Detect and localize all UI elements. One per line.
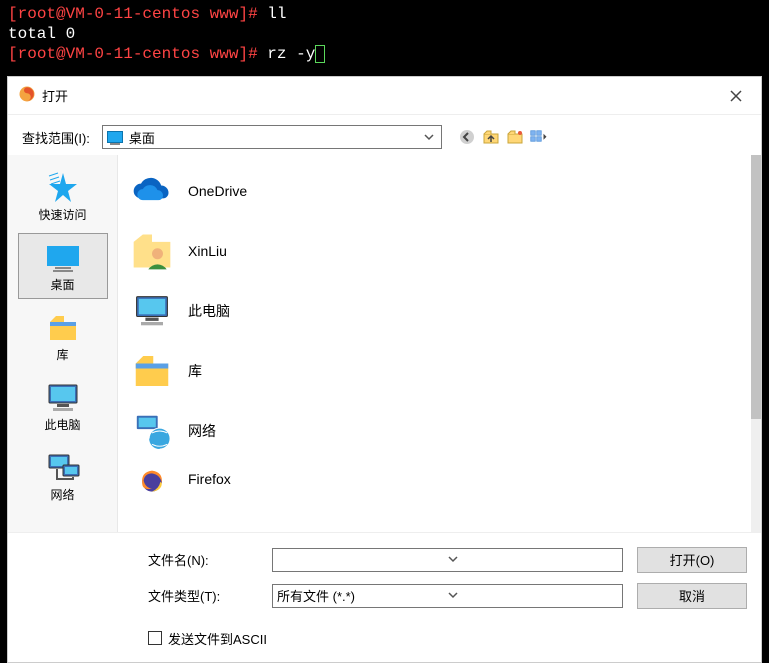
ascii-checkbox[interactable] bbox=[148, 631, 162, 645]
onedrive-icon bbox=[128, 167, 176, 215]
desktop-icon bbox=[107, 131, 123, 143]
file-area: OneDrive XinLiu 此电脑 库 网络 bbox=[118, 155, 761, 532]
file-label: 此电脑 bbox=[188, 301, 230, 321]
filename-input[interactable] bbox=[272, 548, 623, 572]
view-menu-icon[interactable] bbox=[530, 128, 548, 146]
open-button[interactable]: 打开(O) bbox=[637, 547, 747, 573]
lookin-value: 桌面 bbox=[129, 128, 421, 147]
filetype-select[interactable]: 所有文件 (*.*) bbox=[272, 584, 623, 608]
terminal: [root@VM-0-11-centos www]# ll total 0 [r… bbox=[0, 0, 769, 68]
place-label: 库 bbox=[56, 346, 68, 363]
list-item[interactable]: OneDrive bbox=[122, 161, 757, 221]
quick-access-icon bbox=[46, 170, 80, 206]
libraries-icon bbox=[128, 347, 176, 395]
dialog-title: 打开 bbox=[42, 86, 721, 105]
body: 快速访问 桌面 库 此电脑 网络 OneD bbox=[8, 155, 761, 532]
file-list[interactable]: OneDrive XinLiu 此电脑 库 网络 bbox=[118, 155, 761, 532]
list-item[interactable]: 网络 bbox=[122, 401, 757, 461]
place-pc[interactable]: 此电脑 bbox=[18, 373, 108, 439]
place-label: 桌面 bbox=[50, 276, 74, 293]
ascii-label: 发送文件到ASCII bbox=[168, 629, 267, 648]
back-icon[interactable] bbox=[458, 128, 476, 146]
lookin-toolbar bbox=[458, 128, 548, 146]
chevron-down-icon bbox=[448, 588, 619, 603]
place-network[interactable]: 网络 bbox=[18, 443, 108, 509]
up-folder-icon[interactable] bbox=[482, 128, 500, 146]
open-dialog: 打开 查找范围(I): 桌面 快速访问 桌面 bbox=[7, 76, 762, 663]
place-label: 网络 bbox=[50, 486, 74, 503]
ascii-row: 发送文件到ASCII bbox=[8, 623, 761, 663]
app-icon bbox=[18, 85, 36, 106]
desktop-icon bbox=[43, 240, 83, 276]
scrollbar[interactable] bbox=[751, 155, 761, 532]
bottom-area: 文件名(N): 打开(O) 文件类型(T): 所有文件 (*.*) 取消 bbox=[8, 532, 761, 623]
network-icon bbox=[43, 450, 83, 486]
place-label: 快速访问 bbox=[38, 206, 86, 223]
list-item[interactable]: 库 bbox=[122, 341, 757, 401]
filename-label: 文件名(N): bbox=[148, 550, 258, 569]
lookin-row: 查找范围(I): 桌面 bbox=[8, 115, 761, 155]
firefox-icon bbox=[128, 465, 176, 493]
file-label: 网络 bbox=[188, 421, 216, 441]
titlebar: 打开 bbox=[8, 77, 761, 115]
file-label: OneDrive bbox=[188, 183, 247, 199]
places-bar: 快速访问 桌面 库 此电脑 网络 bbox=[8, 155, 118, 532]
lookin-combo[interactable]: 桌面 bbox=[102, 125, 442, 149]
close-button[interactable] bbox=[721, 86, 751, 106]
network-globe-icon bbox=[128, 407, 176, 455]
place-quick[interactable]: 快速访问 bbox=[18, 163, 108, 229]
terminal-cursor bbox=[315, 45, 325, 63]
list-item[interactable]: XinLiu bbox=[122, 221, 757, 281]
chevron-down-icon bbox=[448, 552, 619, 567]
new-folder-icon[interactable] bbox=[506, 128, 524, 146]
list-item[interactable]: Firefox bbox=[122, 461, 757, 497]
list-item[interactable]: 此电脑 bbox=[122, 281, 757, 341]
filetype-value: 所有文件 (*.*) bbox=[277, 586, 448, 605]
file-label: XinLiu bbox=[188, 243, 227, 259]
place-desktop[interactable]: 桌面 bbox=[18, 233, 108, 299]
lookin-label: 查找范围(I): bbox=[22, 128, 90, 147]
user-folder-icon bbox=[128, 227, 176, 275]
file-label: Firefox bbox=[188, 471, 231, 487]
scrollbar-thumb[interactable] bbox=[751, 155, 761, 419]
place-label: 此电脑 bbox=[44, 416, 80, 433]
file-label: 库 bbox=[188, 361, 202, 381]
place-libs[interactable]: 库 bbox=[18, 303, 108, 369]
libraries-icon bbox=[46, 310, 80, 346]
filetype-label: 文件类型(T): bbox=[148, 586, 258, 605]
pc-icon bbox=[128, 287, 176, 335]
pc-icon bbox=[43, 380, 83, 416]
cancel-button[interactable]: 取消 bbox=[637, 583, 747, 609]
chevron-down-icon bbox=[421, 126, 437, 148]
